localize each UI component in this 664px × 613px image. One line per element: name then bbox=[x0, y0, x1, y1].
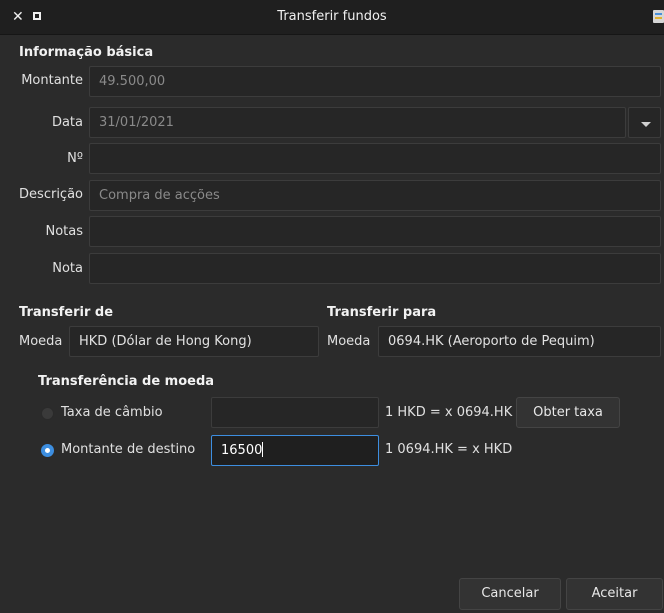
transfer-to-currency-field[interactable]: 0694.HK (Aeroporto de Pequim) bbox=[378, 326, 661, 357]
transfer-to-heading: Transferir para bbox=[327, 305, 437, 320]
exchange-rate-radio[interactable] bbox=[41, 407, 54, 420]
to-amount-field[interactable]: 16500 bbox=[211, 435, 379, 466]
date-field[interactable] bbox=[89, 107, 626, 138]
to-amount-formula: 1 0694.HK = x HKD bbox=[385, 442, 513, 457]
transfer-to-currency-label: Moeda bbox=[327, 334, 371, 349]
exchange-rate-label[interactable]: Taxa de câmbio bbox=[61, 405, 163, 420]
exchange-rate-formula: 1 HKD = x 0694.HK bbox=[385, 405, 513, 420]
number-field[interactable] bbox=[89, 143, 661, 174]
notes-field[interactable] bbox=[89, 216, 661, 247]
memo-label: Nota bbox=[52, 261, 83, 276]
description-label: Descrição bbox=[19, 187, 83, 202]
currency-transfer-heading: Transferência de moeda bbox=[38, 374, 215, 389]
basic-info-heading: Informação básica bbox=[19, 45, 154, 60]
amount-field[interactable] bbox=[89, 66, 661, 97]
ok-button[interactable]: Aceitar bbox=[566, 578, 663, 610]
transfer-from-currency-field[interactable]: HKD (Dólar de Hong Kong) bbox=[69, 326, 319, 357]
amount-label: Montante bbox=[21, 73, 83, 88]
notes-label: Notas bbox=[45, 224, 83, 239]
exchange-rate-field[interactable] bbox=[211, 397, 379, 428]
date-dropdown-button[interactable] bbox=[628, 107, 661, 138]
get-rate-button[interactable]: Obter taxa bbox=[516, 397, 620, 428]
to-amount-value: 16500 bbox=[221, 443, 263, 458]
to-amount-label[interactable]: Montante de destino bbox=[61, 442, 195, 457]
transfer-from-currency-label: Moeda bbox=[19, 334, 63, 349]
title-bar: ✕ Transferir fundos bbox=[0, 0, 664, 35]
description-field[interactable] bbox=[89, 180, 661, 211]
app-icon bbox=[653, 10, 664, 23]
cancel-button[interactable]: Cancelar bbox=[459, 578, 561, 610]
date-label: Data bbox=[51, 115, 83, 130]
to-amount-radio[interactable] bbox=[41, 444, 54, 457]
transfer-from-heading: Transferir de bbox=[19, 305, 114, 320]
text-cursor bbox=[262, 442, 264, 457]
memo-field[interactable] bbox=[89, 253, 661, 284]
number-label: Nº bbox=[67, 151, 83, 166]
window-title: Transferir fundos bbox=[277, 9, 387, 24]
